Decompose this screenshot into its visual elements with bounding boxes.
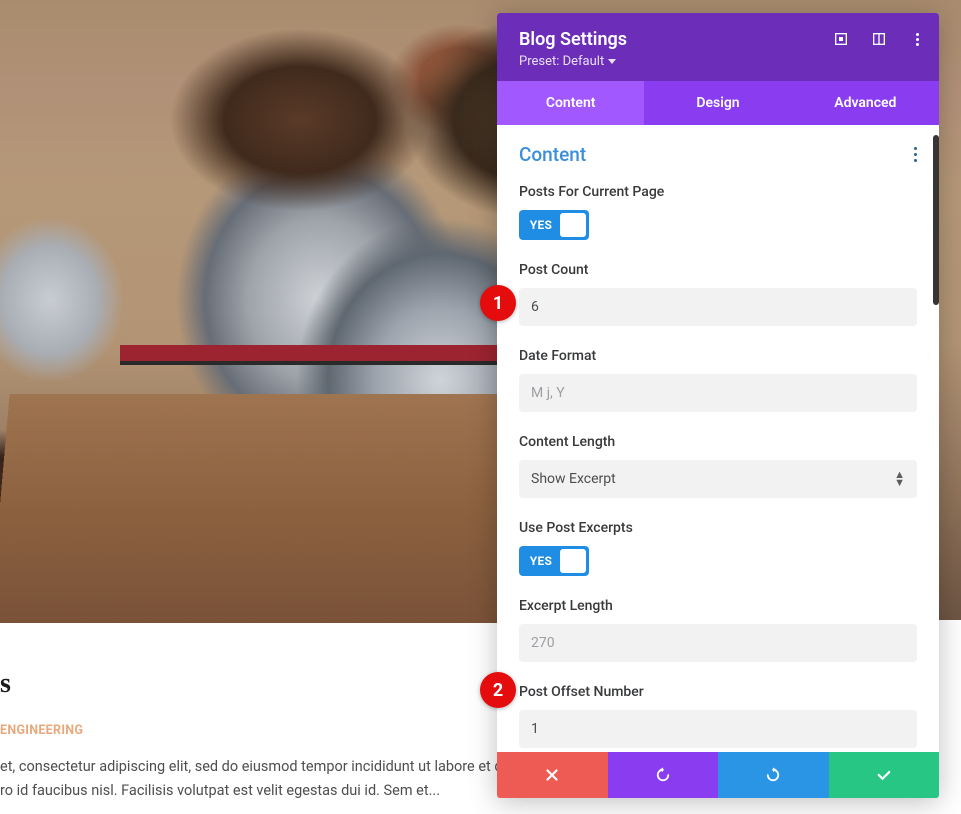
annotation-bubble-1: 1 xyxy=(480,285,516,321)
label-posts-current-page: Posts For Current Page xyxy=(519,184,917,200)
cancel-button[interactable] xyxy=(497,752,608,798)
input-excerpt-length[interactable] xyxy=(519,624,917,662)
preset-dropdown[interactable]: Preset: Default xyxy=(519,54,616,69)
toggle-thumb xyxy=(560,213,586,237)
panel-header: Blog Settings Preset: Default xyxy=(497,13,939,81)
panel-footer xyxy=(497,752,939,798)
tab-design[interactable]: Design xyxy=(644,81,791,125)
annotation-bubble-2: 2 xyxy=(480,672,516,708)
toggle-thumb xyxy=(560,549,586,573)
input-post-count[interactable] xyxy=(519,288,917,326)
undo-button[interactable] xyxy=(608,752,719,798)
label-post-count: Post Count xyxy=(519,262,917,278)
section-more-icon[interactable] xyxy=(914,147,917,162)
toggle-use-post-excerpts[interactable]: YES xyxy=(519,546,589,576)
input-post-offset[interactable] xyxy=(519,710,917,748)
label-content-length: Content Length xyxy=(519,434,917,450)
redo-button[interactable] xyxy=(718,752,829,798)
columns-icon[interactable] xyxy=(871,31,887,47)
panel-tabs: Content Design Advanced xyxy=(497,81,939,125)
select-content-length[interactable]: Show Excerpt xyxy=(519,460,917,498)
tab-content[interactable]: Content xyxy=(497,81,644,125)
label-post-offset: Post Offset Number xyxy=(519,684,917,700)
expand-icon[interactable] xyxy=(833,31,849,47)
label-use-post-excerpts: Use Post Excerpts xyxy=(519,520,917,536)
input-date-format[interactable] xyxy=(519,374,917,412)
tab-advanced[interactable]: Advanced xyxy=(792,81,939,125)
blog-settings-panel: Blog Settings Preset: Default Content De… xyxy=(497,13,939,798)
label-excerpt-length: Excerpt Length xyxy=(519,598,917,614)
red-table-graphic xyxy=(120,345,540,365)
more-icon[interactable] xyxy=(909,31,925,47)
scrollbar-thumb[interactable] xyxy=(933,135,939,305)
panel-body: Content Posts For Current Page YES Post … xyxy=(497,125,939,752)
section-title: Content xyxy=(519,143,586,166)
confirm-button[interactable] xyxy=(829,752,940,798)
caret-down-icon xyxy=(608,59,616,64)
label-date-format: Date Format xyxy=(519,348,917,364)
select-arrows-icon: ▲▼ xyxy=(894,471,905,487)
toggle-posts-current-page[interactable]: YES xyxy=(519,210,589,240)
